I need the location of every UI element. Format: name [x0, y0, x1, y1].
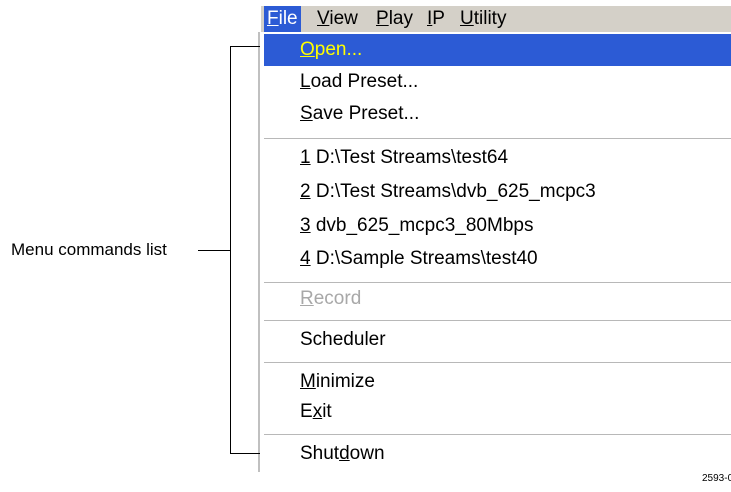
- menu-ip[interactable]: IP: [424, 6, 448, 32]
- menu-file[interactable]: File: [264, 6, 301, 32]
- menu-separator: [264, 362, 731, 363]
- accel-char: 3: [300, 215, 311, 236]
- menu-item-label: D:\Sample Streams\test40: [310, 248, 538, 269]
- menu-item-label: E: [300, 401, 313, 422]
- menu-separator: [264, 320, 731, 321]
- callout-bracket-vertical: [230, 46, 231, 453]
- menu-file-accel: F: [267, 8, 279, 29]
- accel-char: M: [300, 371, 316, 392]
- callout-bracket-top: [230, 46, 260, 47]
- file-menu-dropdown: Open... Load Preset... Save Preset... 1 …: [258, 32, 731, 472]
- menu-item-label: inimize: [315, 371, 375, 392]
- callout-label: Menu commands list: [11, 240, 167, 259]
- menu-item-recent-1[interactable]: 1 D:\Test Streams\test64: [264, 142, 731, 174]
- menu-item-label: Shut: [300, 443, 340, 464]
- menu-item-load-preset[interactable]: Load Preset...: [264, 66, 731, 98]
- menu-view-label: iew: [329, 8, 358, 29]
- menu-item-open[interactable]: Open...: [264, 34, 731, 66]
- accel-char: R: [300, 288, 314, 309]
- accel-char: O: [300, 39, 315, 60]
- menu-item-exit[interactable]: Exit: [264, 396, 731, 428]
- menu-bar: File View Play IP Utility: [261, 6, 731, 33]
- menu-item-scheduler[interactable]: Scheduler: [264, 324, 731, 356]
- menu-item-recent-3[interactable]: 3 dvb_625_mcpc3_80Mbps: [264, 210, 731, 242]
- menu-utility-label: tility: [473, 8, 507, 29]
- menu-item-label: D:\Test Streams\test64: [310, 147, 509, 168]
- accel-char: 2: [300, 181, 311, 202]
- menu-utility[interactable]: Utility: [457, 6, 509, 32]
- menu-item-label: ave Preset...: [312, 103, 420, 124]
- menu-view-accel: V: [317, 8, 330, 29]
- menu-item-label: D:\Test Streams\dvb_625_mcpc3: [310, 181, 596, 202]
- menu-play[interactable]: Play: [373, 6, 416, 32]
- menu-separator: [264, 434, 731, 435]
- menu-file-label: ile: [278, 8, 298, 29]
- accel-char: S: [300, 103, 313, 124]
- menu-item-record: Record: [264, 283, 731, 315]
- menu-play-label: lay: [388, 8, 413, 29]
- accel-char: L: [300, 71, 311, 92]
- menu-item-minimize[interactable]: Minimize: [264, 366, 731, 398]
- callout-leader-line: [198, 250, 230, 251]
- menu-item-label: own: [349, 443, 385, 464]
- menu-utility-accel: U: [460, 8, 474, 29]
- menu-item-label: dvb_625_mcpc3_80Mbps: [310, 215, 534, 236]
- menu-view[interactable]: View: [314, 6, 361, 32]
- accel-char: 4: [300, 248, 311, 269]
- accel-char: 1: [300, 147, 311, 168]
- figure-id: 2593-00: [702, 473, 731, 484]
- menu-item-shutdown[interactable]: Shutdown: [264, 438, 731, 470]
- callout-bracket-bottom: [230, 453, 260, 454]
- menu-item-label: ecord: [313, 288, 362, 309]
- menu-item-label: it: [322, 401, 332, 422]
- menu-item-recent-4[interactable]: 4 D:\Sample Streams\test40: [264, 243, 731, 275]
- menu-item-label: Scheduler: [300, 329, 386, 350]
- accel-char: x: [312, 401, 323, 422]
- menu-ip-label: P: [432, 8, 445, 29]
- menu-item-recent-2[interactable]: 2 D:\Test Streams\dvb_625_mcpc3: [264, 176, 731, 208]
- menu-item-label: pen...: [314, 39, 363, 60]
- menu-separator: [264, 138, 731, 139]
- menu-item-label: oad Preset...: [310, 71, 419, 92]
- accel-char: d: [339, 443, 350, 464]
- menu-play-accel: P: [376, 8, 389, 29]
- menu-item-save-preset[interactable]: Save Preset...: [264, 98, 731, 130]
